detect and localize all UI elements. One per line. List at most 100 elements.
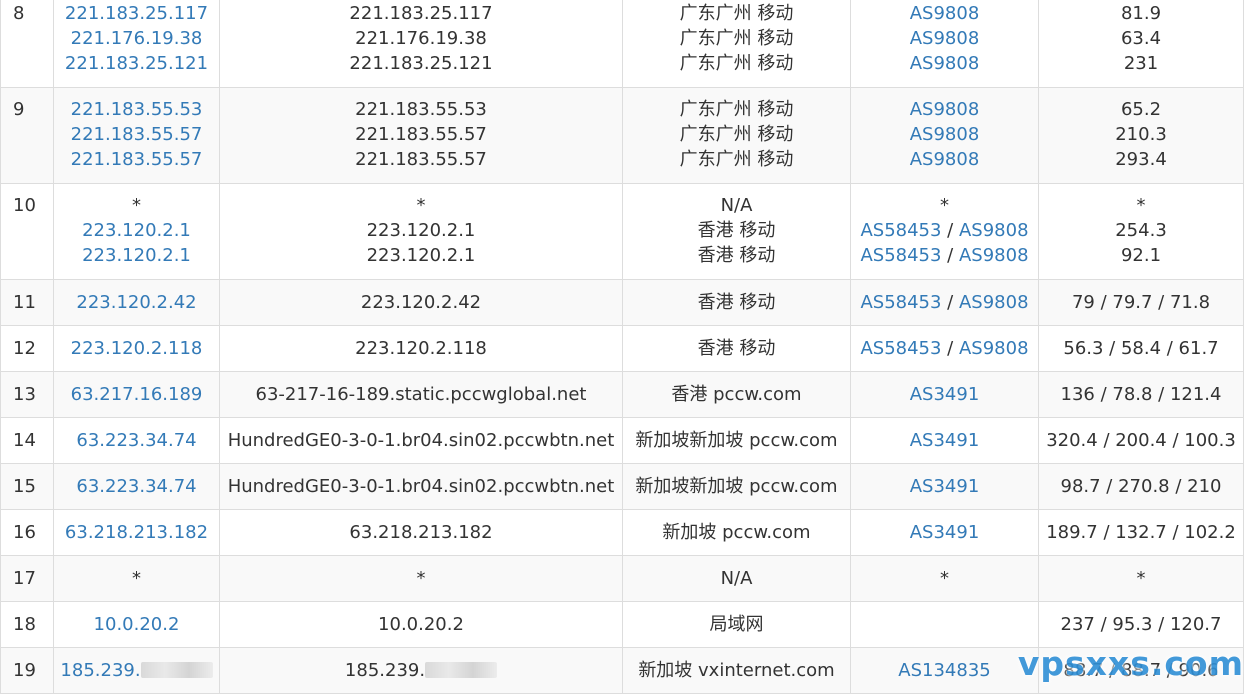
ip-link[interactable]: 221.183.55.57 <box>71 124 203 145</box>
asn-line: AS58453 / AS9808 <box>851 243 1038 268</box>
hop-number: 19 <box>13 660 36 681</box>
ip-link[interactable]: 223.120.2.1 <box>82 245 191 266</box>
hostname-cell: * <box>219 555 623 602</box>
ip-cell: 63.223.34.74 <box>53 463 220 510</box>
asn-link[interactable]: AS134835 <box>898 660 990 681</box>
hop-row: 9 221.183.55.53 221.183.55.57 221.183.55.57… <box>0 87 1244 184</box>
latency-cell: 136 / 78.8 / 121.4 <box>1038 371 1244 418</box>
ip-link[interactable]: 63.217.16.189 <box>71 384 203 405</box>
ip-link[interactable]: 221.176.19.38 <box>71 28 203 49</box>
ip-cell: 221.183.55.53 221.183.55.57 221.183.55.57 <box>53 87 220 184</box>
redacted-blur <box>425 662 498 678</box>
asn-cell: AS134835 <box>850 647 1039 694</box>
ip-link[interactable]: 221.183.55.53 <box>71 99 203 120</box>
hop-number: 16 <box>13 522 36 543</box>
latency-text: 237 / 95.3 / 120.7 <box>1060 614 1222 635</box>
asn-line: AS9808 <box>851 122 1038 147</box>
hop-number-cell: 12 <box>0 325 54 372</box>
site-watermark: vpsxxs.com <box>1017 644 1244 683</box>
asn-link[interactable]: AS58453 <box>860 220 941 241</box>
asn-link[interactable]: AS9808 <box>959 338 1029 359</box>
asn-line: AS58453 / AS9808 <box>851 290 1038 315</box>
location-cell: 局域网 <box>622 601 851 648</box>
latency-text: 63.4 <box>1120 28 1162 49</box>
hop-number: 13 <box>13 384 36 405</box>
ip-link[interactable]: 185.239. <box>60 660 140 681</box>
hostname-text: HundredGE0-3-0-1.br04.sin02.pccwbtn.net <box>227 430 615 451</box>
hop-number: 9 <box>13 99 25 120</box>
asn-link[interactable]: AS9808 <box>910 53 980 74</box>
asn-link[interactable]: AS9808 <box>959 245 1029 266</box>
asn-link[interactable]: AS58453 <box>860 245 941 266</box>
asn-link[interactable]: AS3491 <box>910 384 980 405</box>
location-cell: 新加坡 pccw.com <box>622 509 851 556</box>
hop-number: 12 <box>13 338 36 359</box>
location-text: 局域网 <box>709 614 764 635</box>
ip-link[interactable]: 223.120.2.42 <box>76 292 196 313</box>
hop-row: 16 63.218.213.182 63.218.213.182 新加坡 pccw.c… <box>0 509 1244 556</box>
asn-link: * <box>940 568 949 589</box>
hostname-cell: 185.239. <box>219 647 623 694</box>
latency-cell: * 254.3 92.1 <box>1038 183 1244 280</box>
hostname-text: 223.120.2.1 <box>366 245 476 266</box>
asn-link[interactable]: AS9808 <box>910 3 980 24</box>
traceroute-table: 8 221.183.25.117 221.176.19.38 221.183.25.1… <box>0 0 1244 694</box>
asn-link: * <box>940 195 949 216</box>
ip-link[interactable]: 10.0.20.2 <box>94 614 180 635</box>
ip-link[interactable]: 221.183.55.57 <box>71 149 203 170</box>
asn-link[interactable]: AS3491 <box>910 476 980 497</box>
hostname-cell: HundredGE0-3-0-1.br04.sin02.pccwbtn.net <box>219 463 623 510</box>
hop-number: 10 <box>13 195 36 216</box>
ip-link[interactable]: 63.218.213.182 <box>65 522 208 543</box>
hostname-text: 221.183.25.121 <box>349 53 493 74</box>
location-cell: 新加坡新加坡 pccw.com <box>622 463 851 510</box>
asn-link[interactable]: AS9808 <box>959 292 1029 313</box>
asn-line: AS3491 <box>851 382 1038 407</box>
ip-link: * <box>132 568 141 589</box>
location-text: 广东广州 移动 <box>679 28 794 49</box>
asn-link[interactable]: AS9808 <box>910 28 980 49</box>
asn-link[interactable]: AS58453 <box>860 292 941 313</box>
hop-row: 13 63.217.16.189 63-217-16-189.static.pccw… <box>0 371 1244 418</box>
hostname-text: 221.183.25.117 <box>349 3 493 24</box>
asn-line: * <box>851 566 1038 591</box>
hop-number-cell: 19 <box>0 647 54 694</box>
asn-line: AS58453 / AS9808 <box>851 336 1038 361</box>
hop-number: 11 <box>13 292 36 313</box>
ip-link[interactable]: 223.120.2.1 <box>82 220 191 241</box>
latency-cell: * <box>1038 555 1244 602</box>
location-cell: 广东广州 移动 广东广州 移动 广东广州 移动 <box>622 0 851 88</box>
asn-link[interactable]: AS9808 <box>910 124 980 145</box>
hostname-text: 221.183.55.57 <box>355 124 487 145</box>
asn-link[interactable]: AS9808 <box>910 149 980 170</box>
asn-cell <box>850 601 1039 648</box>
asn-separator: / <box>941 220 959 241</box>
ip-link[interactable]: 223.120.2.118 <box>71 338 203 359</box>
asn-line: AS134835 <box>851 658 1038 683</box>
ip-link[interactable]: 221.183.25.117 <box>65 3 208 24</box>
asn-separator: / <box>941 245 959 266</box>
traceroute-table-wrapper: 8 221.183.25.117 221.176.19.38 221.183.25.1… <box>0 0 1244 694</box>
ip-cell: * <box>53 555 220 602</box>
location-cell: N/A 香港 移动 香港 移动 <box>622 183 851 280</box>
asn-link[interactable]: AS3491 <box>910 430 980 451</box>
latency-cell: 98.7 / 270.8 / 210 <box>1038 463 1244 510</box>
asn-line: AS9808 <box>851 97 1038 122</box>
location-text: N/A <box>720 568 753 589</box>
asn-link[interactable]: AS9808 <box>959 220 1029 241</box>
hostname-text: 221.183.55.57 <box>355 149 487 170</box>
location-cell: 香港 移动 <box>622 325 851 372</box>
ip-link[interactable]: 63.223.34.74 <box>76 430 196 451</box>
asn-link[interactable]: AS58453 <box>860 338 941 359</box>
latency-text: 254.3 <box>1115 220 1167 241</box>
ip-link[interactable]: 221.183.25.121 <box>65 53 208 74</box>
asn-link[interactable]: AS9808 <box>910 99 980 120</box>
ip-cell: 223.120.2.118 <box>53 325 220 372</box>
ip-link[interactable]: 63.223.34.74 <box>76 476 196 497</box>
asn-cell: AS3491 <box>850 371 1039 418</box>
ip-cell: 10.0.20.2 <box>53 601 220 648</box>
hop-row: 8 221.183.25.117 221.176.19.38 221.183.25.1… <box>0 0 1244 88</box>
asn-cell: AS9808 AS9808 AS9808 <box>850 0 1039 88</box>
asn-link[interactable]: AS3491 <box>910 522 980 543</box>
latency-text: * <box>1136 195 1146 216</box>
